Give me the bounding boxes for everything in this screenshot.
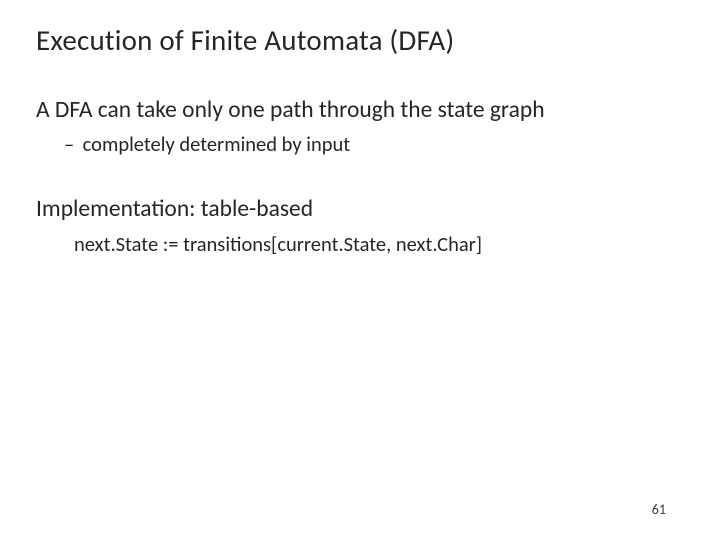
code-line-1: next.State := transitions[current.State,… — [74, 231, 684, 257]
slide: Execution of Finite Automata (DFA) A DFA… — [0, 0, 720, 540]
sub-bullet-1-text: completely determined by input — [83, 131, 351, 157]
page-number: 61 — [652, 501, 666, 518]
slide-title: Execution of Finite Automata (DFA) — [36, 22, 684, 58]
dash-icon: – — [64, 131, 78, 157]
body-line-2: Implementation: table-based — [36, 195, 684, 224]
body-line-1: A DFA can take only one path through the… — [36, 96, 684, 125]
sub-bullet-1: – completely determined by input — [64, 131, 684, 157]
